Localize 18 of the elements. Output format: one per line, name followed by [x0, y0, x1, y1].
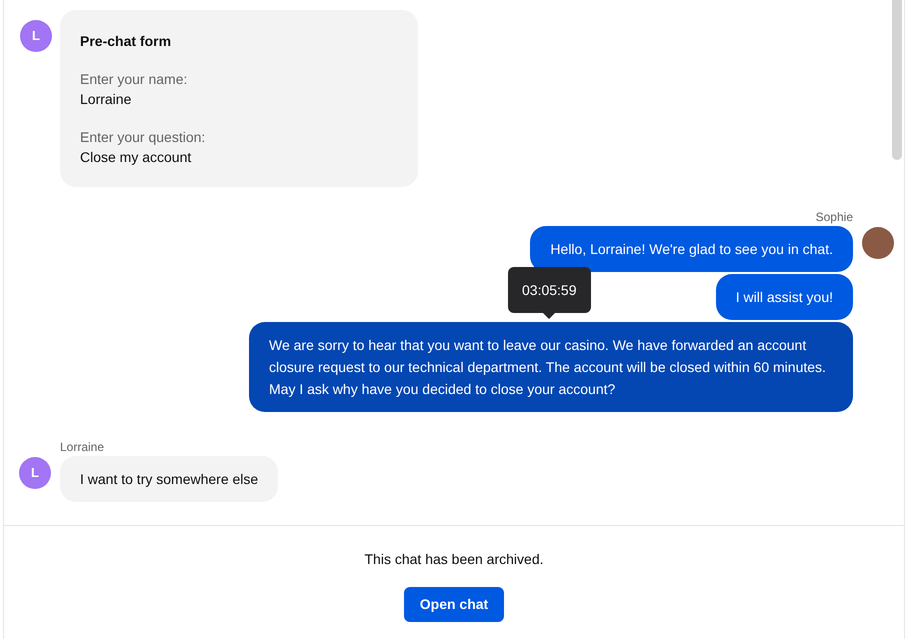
form-title: Pre-chat form	[80, 32, 172, 51]
avatar: L	[19, 457, 51, 489]
field-value: Lorraine	[80, 90, 132, 109]
timestamp-tooltip: 03:05:59	[508, 267, 590, 313]
archived-notice: This chat has been archived.	[364, 550, 544, 568]
field-label: Enter your question:	[80, 128, 206, 147]
field-label: Enter your name:	[80, 70, 188, 89]
message-bubble: We are sorry to hear that you want to leave our casino. We have forwarded an account closure request to our technical department. The account will be closed within 60 minutes. May I ask why have you decided to close your account?	[249, 322, 853, 412]
scrollbar[interactable]	[892, 0, 902, 160]
author-name: Sophie	[816, 209, 853, 225]
message-bubble: I will assist you!	[716, 274, 853, 320]
message-bubble: Hello, Lorraine! We're glad to see you in chat.	[530, 226, 853, 272]
message-bubble: I want to try somewhere else	[60, 456, 278, 502]
avatar: L	[20, 20, 52, 52]
avatar-photo-placeholder	[862, 227, 894, 259]
field-value: Close my account	[80, 148, 192, 167]
open-chat-button[interactable]: Open chat	[404, 587, 504, 622]
author-name: Lorraine	[60, 439, 104, 455]
